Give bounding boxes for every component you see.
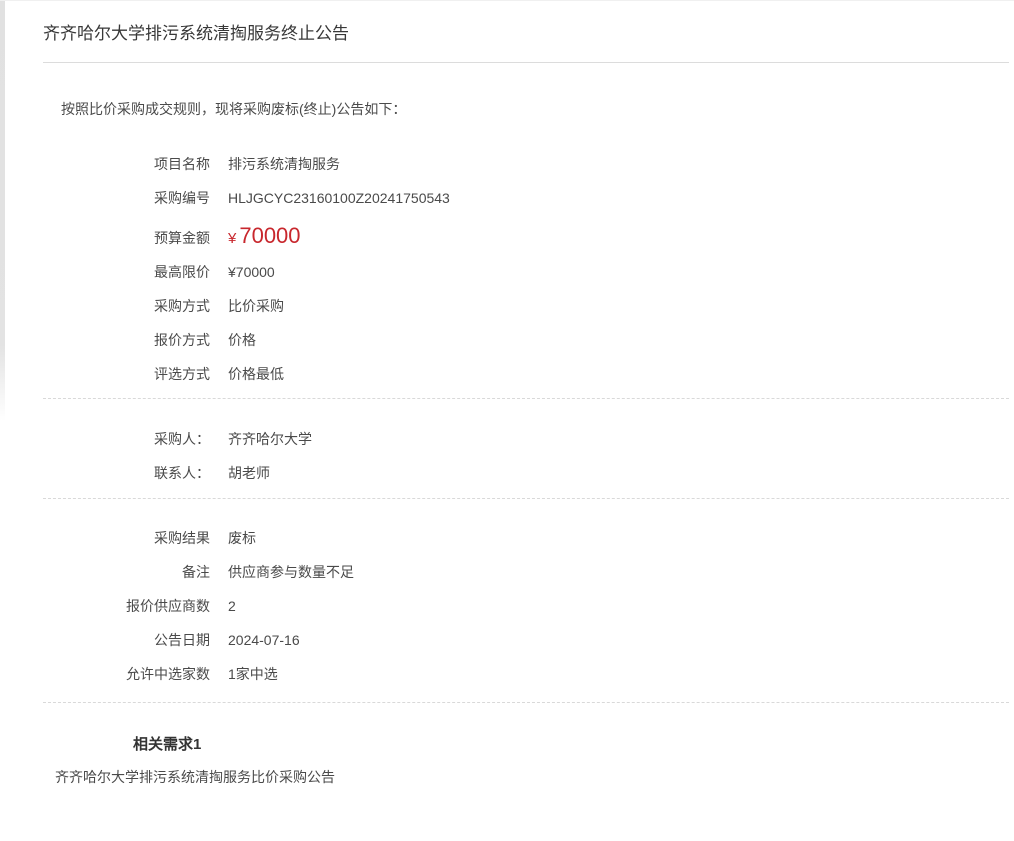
field-label: 备注 bbox=[43, 562, 210, 582]
left-edge-strip bbox=[0, 1, 5, 421]
related-announcement-link[interactable]: 齐齐哈尔大学排污系统清掏服务比价采购公告 bbox=[55, 768, 335, 787]
field-label: 评选方式 bbox=[43, 364, 210, 384]
field-label: 最高限价 bbox=[43, 262, 210, 282]
field-value: HLJGCYC23160100Z20241750543 bbox=[228, 188, 450, 208]
field-value: 比价采购 bbox=[228, 296, 284, 316]
field-row-quote-method: 报价方式 价格 bbox=[43, 330, 1009, 350]
page-title: 齐齐哈尔大学排污系统清掏服务终止公告 bbox=[43, 1, 1009, 45]
field-value: 排污系统清掏服务 bbox=[228, 154, 340, 174]
field-value: 胡老师 bbox=[228, 463, 270, 483]
field-label: 报价方式 bbox=[43, 330, 210, 350]
field-value: 供应商参与数量不足 bbox=[228, 562, 354, 582]
budget-number: 70000 bbox=[239, 223, 300, 248]
field-value: ¥70000 bbox=[228, 262, 275, 282]
contact-section: 采购人： 齐齐哈尔大学 联系人： 胡老师 bbox=[43, 429, 1009, 483]
field-row-max-price: 最高限价 ¥70000 bbox=[43, 262, 1009, 282]
field-row-selection-method: 评选方式 价格最低 bbox=[43, 364, 1009, 384]
field-label: 报价供应商数 bbox=[43, 596, 210, 616]
related-heading: 相关需求1 bbox=[133, 735, 1009, 755]
section-divider bbox=[43, 702, 1009, 703]
field-value: 废标 bbox=[228, 528, 256, 548]
field-label: 项目名称 bbox=[43, 154, 210, 174]
section-divider bbox=[43, 398, 1009, 399]
field-row-procurement-number: 采购编号 HLJGCYC23160100Z20241750543 bbox=[43, 188, 1009, 208]
field-label: 允许中选家数 bbox=[43, 664, 210, 684]
field-label: 预算金额 bbox=[43, 228, 210, 248]
yen-sign: ¥ bbox=[228, 230, 236, 247]
field-row-remark: 备注 供应商参与数量不足 bbox=[43, 562, 1009, 582]
field-row-result: 采购结果 废标 bbox=[43, 528, 1009, 548]
field-label: 公告日期 bbox=[43, 630, 210, 650]
field-value: 价格 bbox=[228, 330, 256, 350]
project-info-section: 项目名称 排污系统清掏服务 采购编号 HLJGCYC23160100Z20241… bbox=[43, 154, 1009, 384]
field-row-contact-person: 联系人： 胡老师 bbox=[43, 463, 1009, 483]
field-value: 价格最低 bbox=[228, 364, 284, 384]
field-value: 齐齐哈尔大学 bbox=[228, 429, 312, 449]
field-row-allowed-winners: 允许中选家数 1家中选 bbox=[43, 664, 1009, 684]
field-label: 采购结果 bbox=[43, 528, 210, 548]
intro-text: 按照比价采购成交规则，现将采购废标(终止)公告如下： bbox=[61, 99, 1009, 119]
announcement-page: 齐齐哈尔大学排污系统清掏服务终止公告 按照比价采购成交规则，现将采购废标(终止)… bbox=[0, 1, 1014, 813]
field-row-announce-date: 公告日期 2024-07-16 bbox=[43, 630, 1009, 650]
field-row-purchaser: 采购人： 齐齐哈尔大学 bbox=[43, 429, 1009, 449]
field-label: 采购方式 bbox=[43, 296, 210, 316]
result-section: 采购结果 废标 备注 供应商参与数量不足 报价供应商数 2 公告日期 2024-… bbox=[43, 528, 1009, 684]
field-row-budget: 预算金额 ¥70000 bbox=[43, 222, 1009, 253]
section-divider bbox=[43, 498, 1009, 499]
field-row-procurement-method: 采购方式 比价采购 bbox=[43, 296, 1009, 316]
field-label: 联系人： bbox=[43, 463, 210, 483]
field-label: 采购人： bbox=[43, 429, 210, 449]
field-value: 2 bbox=[228, 596, 236, 616]
title-divider bbox=[43, 62, 1009, 63]
field-value: 1家中选 bbox=[228, 664, 278, 684]
budget-amount: ¥70000 bbox=[228, 222, 301, 253]
field-label: 采购编号 bbox=[43, 188, 210, 208]
field-row-supplier-count: 报价供应商数 2 bbox=[43, 596, 1009, 616]
field-row-project-name: 项目名称 排污系统清掏服务 bbox=[43, 154, 1009, 174]
field-value: 2024-07-16 bbox=[228, 630, 300, 650]
